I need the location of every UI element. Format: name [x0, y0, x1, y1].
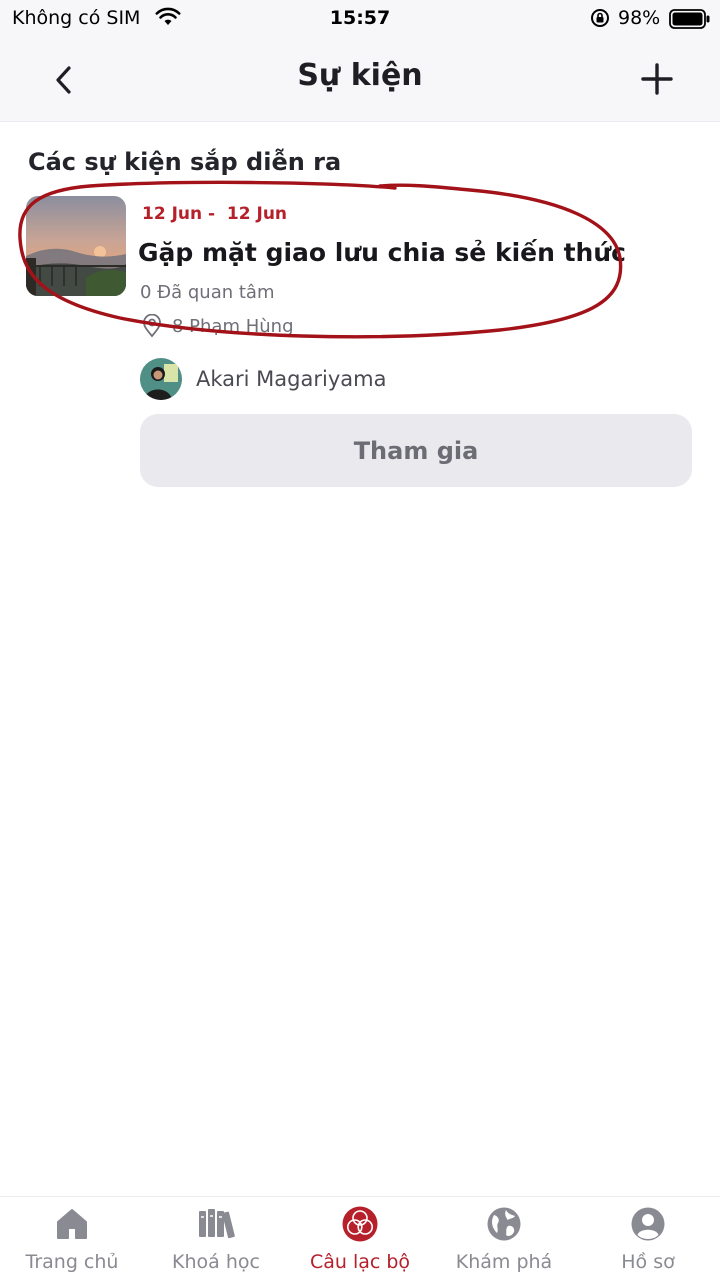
orientation-lock-icon: [590, 8, 610, 32]
globe-icon: [486, 1205, 522, 1243]
event-location-text: 8 Phạm Hùng: [172, 315, 294, 337]
nav-item-club[interactable]: Câu lạc bộ: [288, 1197, 432, 1280]
nav-item-profile[interactable]: Hồ sơ: [576, 1197, 720, 1280]
battery-percent: 98%: [618, 7, 661, 29]
event-date-range: 12 Jun - 12 Jun: [142, 204, 288, 224]
nav-label-explore: Khám phá: [455, 1251, 553, 1273]
nav-label-club: Câu lạc bộ: [309, 1251, 411, 1273]
plus-icon: [641, 63, 673, 95]
section-title: Các sự kiện sắp diễn ra: [28, 148, 342, 176]
event-thumbnail: [26, 196, 126, 296]
join-button[interactable]: Tham gia: [140, 414, 692, 487]
nav-label-courses: Khoá học: [172, 1251, 260, 1273]
event-organizer[interactable]: Akari Magariyama: [140, 358, 386, 400]
bottom-nav: Trang chủ Khoá học Câu lạc bộ Khám phá H…: [0, 1196, 720, 1280]
nav-item-courses[interactable]: Khoá học: [144, 1197, 288, 1280]
avatar: [140, 358, 182, 400]
location-pin-icon: [143, 314, 161, 338]
clock-time: 15:57: [329, 7, 391, 29]
profile-icon: [630, 1205, 666, 1243]
event-title: Gặp mặt giao lưu chia sẻ kiến thức: [138, 238, 626, 267]
nav-item-home[interactable]: Trang chủ: [0, 1197, 144, 1280]
header-bar: Sự kiện: [0, 38, 720, 122]
add-event-button[interactable]: [636, 58, 678, 100]
status-bar: Không có SIM 15:57 98%: [0, 0, 720, 38]
event-location: 8 Phạm Hùng: [142, 314, 294, 338]
nav-label-profile: Hồ sơ: [621, 1251, 675, 1273]
page-title: Sự kiện: [297, 58, 423, 93]
books-icon: [197, 1205, 235, 1243]
home-icon: [54, 1205, 90, 1243]
event-card[interactable]: 12 Jun - 12 Jun Gặp mặt giao lưu chia sẻ…: [26, 196, 626, 338]
battery-icon: [669, 9, 711, 33]
organizer-name: Akari Magariyama: [196, 367, 387, 391]
nav-label-home: Trang chủ: [25, 1251, 119, 1273]
nav-item-explore[interactable]: Khám phá: [432, 1197, 576, 1280]
event-interested-count: 0 Đã quan tâm: [140, 282, 275, 303]
club-icon: [341, 1205, 379, 1243]
